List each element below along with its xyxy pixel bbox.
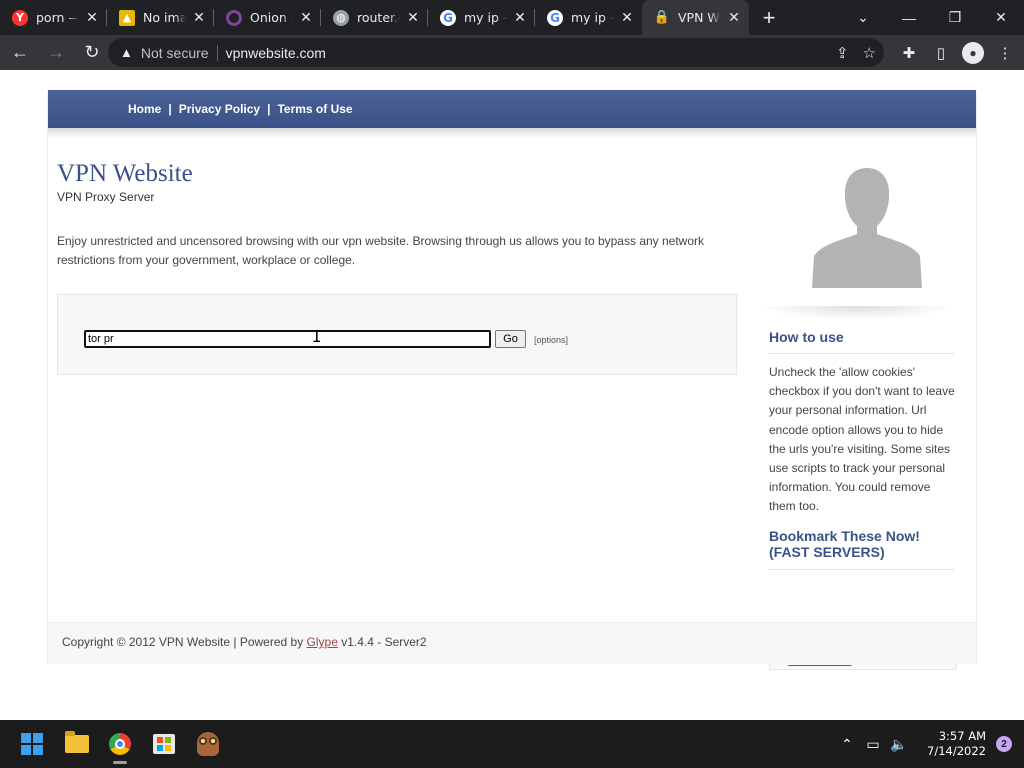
new-tab-button[interactable]: + — [749, 0, 789, 35]
tab-3[interactable]: Onion B ✕ — [214, 0, 321, 35]
clock-date: 7/14/2022 — [927, 744, 986, 758]
file-explorer-icon[interactable] — [61, 728, 93, 760]
yandex-icon: Y — [12, 9, 28, 26]
tab-title: my ip - — [571, 10, 614, 25]
clock[interactable]: 3:57 AM 7/14/2022 — [927, 729, 986, 759]
close-icon[interactable]: ✕ — [85, 10, 99, 26]
options-link[interactable]: [options] — [534, 335, 568, 345]
tab-title: my ip - — [464, 10, 507, 25]
reload-button[interactable]: ↻ — [76, 37, 108, 69]
nav-privacy-link[interactable]: Privacy Policy — [179, 102, 260, 116]
close-icon[interactable]: ✕ — [406, 10, 420, 26]
text-cursor-icon: I — [312, 327, 322, 346]
url-text[interactable]: vpnwebsite.com — [226, 45, 326, 61]
forward-button[interactable]: → — [40, 37, 72, 69]
owl-app-icon[interactable] — [192, 728, 224, 760]
how-to-use-text: Uncheck the 'allow cookies' checkbox if … — [769, 365, 955, 514]
back-button[interactable]: ← — [4, 37, 36, 69]
tab-title: router.c — [357, 10, 400, 25]
footer-version: v1.4.4 - Server2 — [337, 635, 427, 649]
site-title: VPN Website — [57, 160, 193, 187]
microsoft-store-icon[interactable] — [148, 728, 180, 760]
google-icon: G — [440, 9, 456, 26]
tab-2[interactable]: ▲ No imag ✕ — [107, 0, 214, 35]
windows-taskbar: ⌃ ▭ 🔈 3:57 AM 7/14/2022 2 — [0, 720, 1024, 768]
nav-separator: | — [267, 102, 271, 116]
menu-kebab-icon[interactable]: ⋮ — [994, 42, 1016, 64]
minimize-button[interactable]: — — [886, 0, 932, 35]
bookmark-subheading: (FAST SERVERS) — [769, 544, 885, 560]
nav-home-link[interactable]: Home — [128, 102, 161, 116]
site-wrapper: Home | Privacy Policy | Terms of Use VPN… — [47, 90, 977, 670]
close-icon[interactable]: ✕ — [620, 10, 634, 26]
chrome-icon[interactable] — [104, 728, 136, 764]
how-to-use-heading: How to use — [769, 329, 844, 345]
url-input[interactable]: tor pr — [84, 330, 491, 348]
address-bar[interactable]: ▲ Not secure vpnwebsite.com ⇪ ☆ — [108, 38, 884, 67]
close-window-button[interactable]: ✕ — [978, 0, 1024, 35]
clock-time: 3:57 AM — [938, 729, 986, 743]
extensions-icon[interactable]: ✚ — [898, 42, 920, 64]
glype-link[interactable]: Glype — [307, 635, 338, 649]
bookmark-heading: Bookmark These Now! — [769, 528, 920, 544]
avatar-placeholder-icon — [812, 164, 922, 288]
tab-search-icon[interactable]: ⌄ — [840, 0, 886, 35]
tab-strip: Y porn — ✕ ▲ No imag ✕ Onion B ✕ ◍ route… — [0, 0, 1024, 35]
share-icon[interactable]: ⇪ — [836, 44, 849, 62]
close-icon[interactable]: ✕ — [727, 10, 741, 26]
tab-title: VPN We — [678, 10, 721, 25]
globe-icon: ◍ — [333, 9, 349, 26]
site-nav: Home | Privacy Policy | Terms of Use — [48, 90, 976, 128]
nav-terms-link[interactable]: Terms of Use — [277, 102, 352, 116]
intro-text: Enjoy unrestricted and uncensored browsi… — [57, 234, 705, 267]
tab-1[interactable]: Y porn — ✕ — [0, 0, 107, 35]
side-panel-icon[interactable]: ▯ — [930, 42, 952, 64]
tab-title: No imag — [143, 10, 186, 25]
network-icon[interactable]: ▭ — [861, 736, 885, 753]
close-icon[interactable]: ✕ — [513, 10, 527, 26]
image-icon: ▲ — [119, 9, 135, 26]
browser-toolbar: ← → ↻ ▲ Not secure vpnwebsite.com ⇪ ☆ ✚ … — [0, 35, 1024, 70]
tab-4[interactable]: ◍ router.c ✕ — [321, 0, 428, 35]
notification-badge[interactable]: 2 — [996, 736, 1012, 752]
start-icon[interactable] — [16, 728, 48, 760]
security-label[interactable]: Not secure — [141, 45, 209, 61]
page-content: Home | Privacy Policy | Terms of Use VPN… — [0, 70, 1024, 720]
warning-icon[interactable]: ▲ — [120, 45, 133, 60]
chevron-up-icon[interactable]: ⌃ — [835, 736, 859, 753]
profile-avatar-icon[interactable]: ● — [962, 41, 984, 64]
close-icon[interactable]: ✕ — [299, 10, 313, 26]
site-subtitle: VPN Proxy Server — [57, 190, 155, 204]
footer-copyright: Copyright © 2012 VPN Website | Powered b… — [62, 635, 307, 649]
proxy-form: tor pr Go [options] I — [57, 294, 737, 375]
lock-icon: 🔒 — [653, 10, 671, 25]
google-icon: G — [547, 9, 563, 26]
go-button[interactable]: Go — [495, 330, 526, 348]
volume-icon[interactable]: 🔈 — [887, 736, 911, 753]
restore-button[interactable]: ❐ — [932, 0, 978, 35]
tab-title: Onion B — [250, 10, 293, 25]
onion-icon — [226, 9, 242, 26]
tab-active[interactable]: 🔒 VPN We ✕ — [642, 0, 749, 35]
system-tray: ⌃ ▭ 🔈 3:57 AM 7/14/2022 2 — [835, 720, 1024, 768]
tab-title: porn — — [36, 10, 79, 25]
tab-5[interactable]: G my ip - ✕ — [428, 0, 535, 35]
site-footer: Copyright © 2012 VPN Website | Powered b… — [48, 622, 976, 664]
main-content: VPN Website VPN Proxy Server Enjoy unres… — [57, 160, 737, 270]
tab-6[interactable]: G my ip - ✕ — [535, 0, 642, 35]
close-icon[interactable]: ✕ — [192, 10, 206, 26]
bookmark-star-icon[interactable]: ☆ — [863, 44, 876, 62]
nav-separator: | — [168, 102, 172, 116]
